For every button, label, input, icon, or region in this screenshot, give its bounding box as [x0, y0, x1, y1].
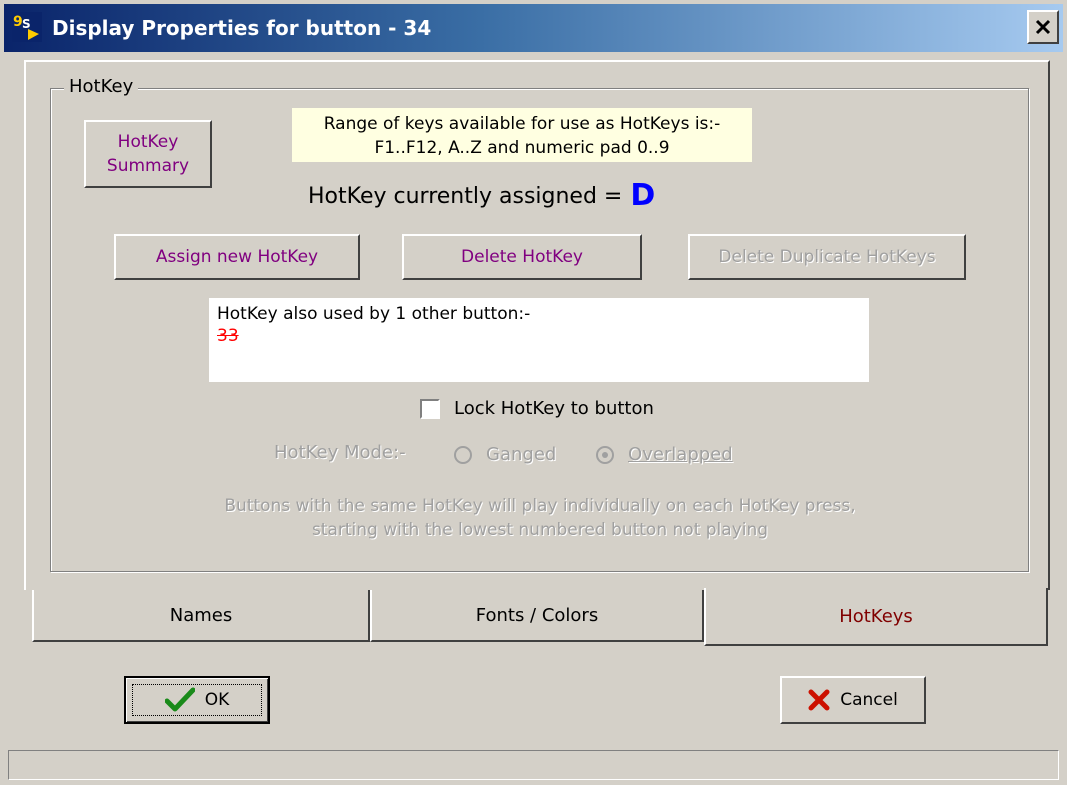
- key-range-info: Range of keys available for use as HotKe…: [292, 108, 752, 162]
- lock-hotkey-option[interactable]: Lock HotKey to button: [420, 398, 654, 419]
- hotkey-usage-list: HotKey also used by 1 other button:- 33: [209, 298, 869, 382]
- groupbox-label: HotKey: [64, 76, 139, 97]
- svg-text:S: S: [22, 17, 31, 31]
- radio-overlapped-icon: [596, 445, 614, 464]
- current-hotkey-value: D: [630, 178, 656, 213]
- assign-hotkey-button[interactable]: Assign new HotKey: [114, 234, 360, 280]
- app-icon: 9 S: [12, 12, 42, 42]
- radio-overlapped-label: Overlapped: [628, 444, 733, 465]
- radio-ganged-icon: [454, 445, 472, 464]
- close-icon: [1035, 19, 1051, 35]
- lock-hotkey-checkbox[interactable]: [420, 398, 440, 419]
- usage-item: 33: [217, 326, 239, 346]
- dialog-window: 9 S Display Properties for button - 34 H…: [0, 0, 1067, 785]
- title-bar[interactable]: 9 S Display Properties for button - 34: [4, 4, 1063, 52]
- window-title: Display Properties for button - 34: [52, 16, 432, 40]
- current-hotkey-display: HotKey currently assigned = D: [308, 178, 655, 213]
- status-bar: [8, 750, 1059, 780]
- current-hotkey-label: HotKey currently assigned =: [308, 184, 623, 209]
- mode-radio-overlapped[interactable]: Overlapped: [596, 444, 733, 465]
- delete-duplicate-hotkeys-button[interactable]: Delete Duplicate HotKeys: [688, 234, 966, 280]
- tab-fonts-colors[interactable]: Fonts / Colors: [370, 590, 704, 642]
- cancel-x-icon: [808, 689, 830, 711]
- description-line1: Buttons with the same HotKey will play i…: [224, 496, 856, 516]
- lock-hotkey-label: Lock HotKey to button: [454, 398, 654, 419]
- mode-radio-ganged[interactable]: Ganged: [454, 444, 556, 465]
- ok-button[interactable]: OK: [124, 676, 270, 724]
- mode-description: Buttons with the same HotKey will play i…: [100, 494, 980, 542]
- tab-hotkeys[interactable]: HotKeys: [704, 588, 1048, 646]
- tab-names[interactable]: Names: [32, 590, 370, 642]
- close-button[interactable]: [1027, 10, 1059, 44]
- cancel-label: Cancel: [840, 690, 898, 710]
- hotkey-summary-button[interactable]: HotKey Summary: [84, 120, 212, 188]
- key-range-line1: Range of keys available for use as HotKe…: [323, 114, 721, 134]
- description-line2: starting with the lowest numbered button…: [311, 520, 769, 540]
- summary-label-line1: HotKey: [117, 132, 179, 152]
- cancel-button[interactable]: Cancel: [780, 676, 926, 724]
- radio-ganged-label: Ganged: [486, 444, 557, 465]
- summary-label-line2: Summary: [106, 156, 190, 176]
- usage-heading: HotKey also used by 1 other button:-: [217, 304, 531, 324]
- key-range-line2: F1..F12, A..Z and numeric pad 0..9: [374, 138, 670, 158]
- focus-rectangle: [132, 684, 262, 716]
- delete-hotkey-button[interactable]: Delete HotKey: [402, 234, 642, 280]
- hotkey-mode-label: HotKey Mode:-: [274, 442, 406, 463]
